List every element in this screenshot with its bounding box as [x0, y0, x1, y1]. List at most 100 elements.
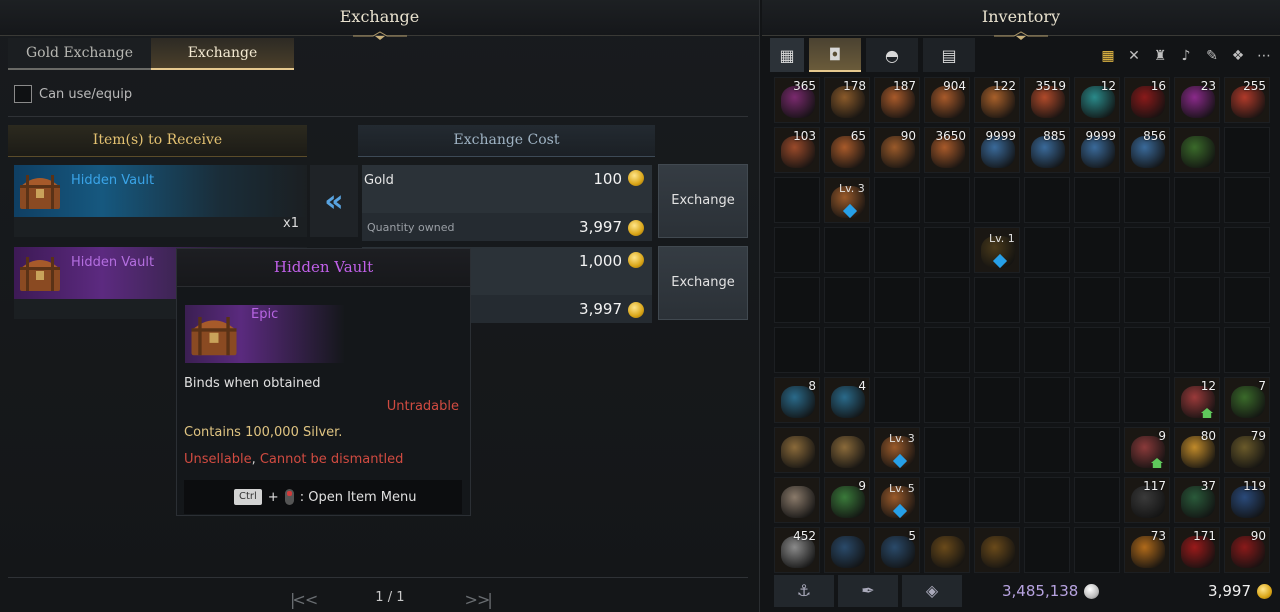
inventory-slot[interactable] [1024, 327, 1070, 373]
inventory-slot[interactable] [1124, 227, 1170, 273]
inventory-slot[interactable]: Lv. 3 [824, 177, 870, 223]
inventory-slot[interactable] [1174, 277, 1220, 323]
inventory-slot[interactable] [1074, 227, 1120, 273]
inventory-slot[interactable] [1174, 327, 1220, 373]
inventory-slot[interactable] [1224, 227, 1270, 273]
tab-bag[interactable]: ◘ [809, 38, 861, 72]
inventory-slot[interactable] [924, 527, 970, 573]
inventory-slot[interactable] [924, 477, 970, 523]
inventory-slot[interactable]: Lv. 1 [974, 227, 1020, 273]
inventory-slot[interactable] [1224, 177, 1270, 223]
inventory-slot[interactable] [1024, 377, 1070, 423]
inventory-slot[interactable] [1174, 127, 1220, 173]
inventory-slot[interactable] [924, 427, 970, 473]
inventory-slot[interactable]: 187 [874, 77, 920, 123]
inventory-slot[interactable]: 255 [1224, 77, 1270, 123]
inventory-slot[interactable]: 79 [1224, 427, 1270, 473]
cards-filter-icon[interactable]: ❖ [1228, 46, 1248, 66]
inventory-slot[interactable] [1124, 177, 1170, 223]
inventory-slot[interactable] [1074, 177, 1120, 223]
inventory-slot[interactable] [1024, 527, 1070, 573]
inventory-slot[interactable]: 178 [824, 77, 870, 123]
inventory-slot[interactable]: 3519 [1024, 77, 1070, 123]
inventory-slot[interactable] [874, 377, 920, 423]
inventory-slot[interactable] [974, 327, 1020, 373]
inventory-slot[interactable] [1224, 277, 1270, 323]
can-use-checkbox[interactable] [14, 85, 32, 103]
inventory-slot[interactable] [1224, 327, 1270, 373]
inventory-slot[interactable] [974, 177, 1020, 223]
inventory-slot[interactable] [1174, 177, 1220, 223]
inventory-slot[interactable] [974, 377, 1020, 423]
inventory-slot[interactable] [874, 327, 920, 373]
feather-filter-icon[interactable]: ✎ [1202, 46, 1222, 66]
inventory-slot[interactable]: 119 [1224, 477, 1270, 523]
inventory-slot[interactable]: 122 [974, 77, 1020, 123]
inventory-slot[interactable]: 65 [824, 127, 870, 173]
exchange-button[interactable]: Exchange [658, 164, 748, 238]
inventory-slot[interactable]: 9999 [974, 127, 1020, 173]
inventory-slot[interactable] [874, 227, 920, 273]
anchor-button[interactable]: ⚓ [774, 575, 834, 607]
inventory-slot[interactable] [774, 327, 820, 373]
inventory-slot[interactable]: 5 [874, 527, 920, 573]
armor-filter-icon[interactable]: ♜ [1150, 46, 1170, 66]
tab-exchange[interactable]: Exchange [151, 38, 294, 70]
inventory-slot[interactable] [924, 377, 970, 423]
exchange-button[interactable]: Exchange [658, 246, 748, 320]
inventory-slot[interactable] [1074, 277, 1120, 323]
inventory-slot[interactable]: 9 [824, 477, 870, 523]
repair-button[interactable]: ✒ [838, 575, 898, 607]
inventory-slot[interactable]: 9999 [1074, 127, 1120, 173]
inventory-slot[interactable] [774, 277, 820, 323]
inventory-slot[interactable]: 452 [774, 527, 820, 573]
inventory-slot[interactable] [974, 277, 1020, 323]
inventory-slot[interactable] [924, 277, 970, 323]
inventory-slot[interactable] [1124, 327, 1170, 373]
inventory-slot[interactable]: 80 [1174, 427, 1220, 473]
inventory-slot[interactable] [824, 327, 870, 373]
inventory-slot[interactable]: 904 [924, 77, 970, 123]
receive-item-row[interactable]: Hidden Vault x1 [14, 165, 307, 237]
inventory-slot[interactable] [1024, 277, 1070, 323]
inventory-slot[interactable]: 885 [1024, 127, 1070, 173]
inventory-slot[interactable] [874, 277, 920, 323]
tab-book[interactable]: ▤ [923, 38, 975, 72]
weapon-filter-icon[interactable]: ✕ [1124, 46, 1144, 66]
inventory-slot[interactable] [1124, 377, 1170, 423]
tab-grid-view[interactable]: ▦ [770, 38, 804, 72]
inventory-slot[interactable]: 90 [874, 127, 920, 173]
inventory-slot[interactable] [824, 227, 870, 273]
inventory-slot[interactable] [974, 477, 1020, 523]
inventory-slot[interactable] [1124, 277, 1170, 323]
consumable-filter-icon[interactable]: ♪ [1176, 46, 1196, 66]
inventory-slot[interactable] [774, 477, 820, 523]
inventory-slot[interactable]: 171 [1174, 527, 1220, 573]
inventory-slot[interactable] [1024, 477, 1070, 523]
inventory-slot[interactable] [1174, 227, 1220, 273]
inventory-slot[interactable] [824, 527, 870, 573]
gem-button[interactable]: ◈ [902, 575, 962, 607]
inventory-slot[interactable] [1074, 527, 1120, 573]
inventory-slot[interactable]: 3650 [924, 127, 970, 173]
inventory-slot[interactable] [774, 227, 820, 273]
inventory-slot[interactable]: 23 [1174, 77, 1220, 123]
inventory-slot[interactable] [1024, 427, 1070, 473]
inventory-slot[interactable]: 37 [1174, 477, 1220, 523]
inventory-slot[interactable]: 856 [1124, 127, 1170, 173]
inventory-slot[interactable]: 4 [824, 377, 870, 423]
inventory-slot[interactable] [974, 427, 1020, 473]
inventory-slot[interactable] [1024, 227, 1070, 273]
inventory-slot[interactable] [1074, 477, 1120, 523]
inventory-slot[interactable] [774, 177, 820, 223]
inventory-slot[interactable] [924, 327, 970, 373]
first-page-button[interactable]: |< < [290, 590, 318, 609]
inventory-slot[interactable] [774, 427, 820, 473]
inventory-slot[interactable] [974, 527, 1020, 573]
inventory-slot[interactable] [1074, 427, 1120, 473]
inventory-slot[interactable]: Lv. 5 [874, 477, 920, 523]
inventory-slot[interactable] [924, 177, 970, 223]
inventory-slot[interactable]: 365 [774, 77, 820, 123]
inventory-slot[interactable] [1224, 127, 1270, 173]
inventory-slot[interactable]: 103 [774, 127, 820, 173]
